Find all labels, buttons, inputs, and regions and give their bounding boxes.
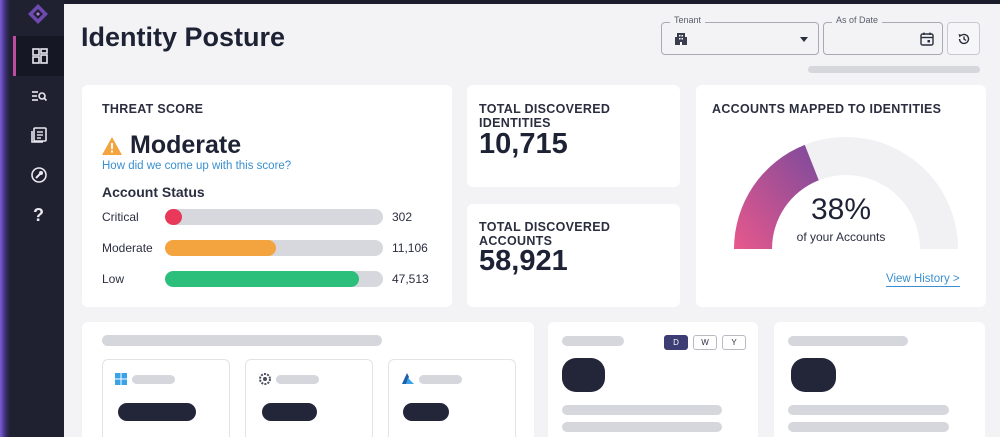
building-icon [675,33,687,45]
total-identities-card: TOTAL DISCOVERED IDENTITIES 10,715 [467,85,680,187]
sidebar-item-reports[interactable] [13,115,64,155]
status-bar-fill-low [165,271,360,287]
tenant-select[interactable]: Tenant [661,15,819,55]
status-label-critical: Critical [102,210,139,224]
loading-label-bar [132,375,175,384]
loading-value-pill [262,403,317,421]
mapped-percent: 38% [810,193,872,226]
azure-icon [402,373,414,384]
status-value-moderate: 11,106 [392,241,428,255]
sidebar-item-tools[interactable] [13,155,64,195]
loading-label-bar [419,375,462,384]
sidebar-item-dashboard[interactable] [13,36,64,76]
loading-value-block [791,358,836,392]
history-icon [958,33,969,44]
loading-label-bar [276,375,319,384]
view-history-link[interactable]: View History > [886,273,960,287]
threat-score-card: THREAT SCORE Moderate How did we come up… [82,85,452,307]
period-toggle-week[interactable]: W [693,335,717,350]
loading-line-bar [562,422,722,432]
dashboard-icon [32,48,48,64]
sidebar-item-search[interactable] [13,76,64,116]
loading-value-pill [118,403,196,421]
loading-line-bar [788,405,949,415]
total-accounts-title: TOTAL DISCOVERED ACCOUNTS [479,220,611,248]
provider-card-windows [102,359,230,437]
windows-icon [115,373,127,385]
total-accounts-value: 58,921 [479,245,568,277]
loading-title-bar [562,336,624,346]
reports-icon [30,127,47,143]
status-bar-fill-moderate [165,240,277,256]
period-toggle-year[interactable]: Y [722,335,746,350]
loading-title-bar [102,335,382,346]
status-value-critical: 302 [392,210,413,224]
accounts-mapped-title: ACCOUNTS MAPPED TO IDENTITIES [712,102,942,116]
period-toggle-day[interactable]: D [664,335,688,350]
as-of-date-field[interactable]: As of Date [823,15,943,55]
help-icon: ? [33,204,44,225]
tenant-label: Tenant [670,15,706,25]
status-bar-critical [165,209,383,225]
loading-card-trend: D W Y [548,322,758,437]
loading-card-providers [82,322,534,437]
loading-line-bar [562,405,722,415]
accounts-mapped-card: ACCOUNTS MAPPED TO IDENTITIES 38% of you… [696,85,986,307]
total-identities-title: TOTAL DISCOVERED IDENTITIES [479,102,611,130]
provider-card-settings [245,359,373,437]
gear-icon [259,373,271,385]
app-logo-icon[interactable] [27,3,49,25]
warning-icon [102,136,122,155]
loading-line-bar [788,422,949,432]
total-accounts-card: TOTAL DISCOVERED ACCOUNTS 58,921 [467,204,680,307]
chevron-down-icon [800,37,808,42]
list-search-icon [31,91,47,102]
loading-title-bar [788,336,908,346]
wrench-icon [30,167,47,183]
top-strip [0,0,1000,4]
loading-card-summary [774,322,985,437]
history-button[interactable] [947,22,980,55]
as-of-date-label: As of Date [832,15,883,25]
provider-card-azure [388,359,516,437]
loading-value-block [562,358,605,392]
sidebar: ? [0,0,64,437]
status-bar-moderate [165,240,383,256]
account-status-title: Account Status [102,184,205,200]
mapped-subtitle: of your Accounts [796,230,886,244]
loading-value-pill [403,403,449,421]
threat-score-title: THREAT SCORE [102,102,204,116]
calendar-icon[interactable] [920,32,934,46]
status-value-low: 47,513 [392,272,429,286]
sidebar-item-help[interactable]: ? [13,195,64,235]
threat-level: Moderate [102,131,241,160]
score-explanation-link[interactable]: How did we come up with this score? [102,160,291,172]
sidebar-glow [0,0,10,437]
status-label-moderate: Moderate [102,241,153,255]
status-bar-low [165,271,383,287]
threat-level-value: Moderate [130,131,242,159]
status-label-low: Low [102,272,125,286]
page-title: Identity Posture [81,22,286,52]
header-loading-bar [808,66,980,73]
total-identities-value: 10,715 [479,128,568,160]
status-bar-fill-critical [165,209,183,225]
